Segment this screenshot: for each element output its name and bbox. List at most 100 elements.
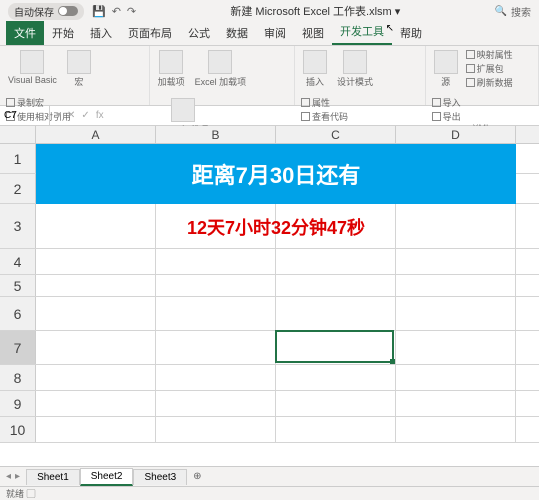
cell-D5[interactable] [396,275,516,296]
ribbon-group: Visual Basic宏录制宏使用相对引用宏安全性代码 [0,46,150,105]
cell-B7[interactable] [156,331,276,364]
tab-6[interactable]: 视图 [294,21,332,45]
title-bar: 自动保存 💾 ↶ ↷ 新建 Microsoft Excel 工作表.xlsm ▾… [0,0,539,22]
cell-D10[interactable] [396,417,516,442]
fx-icon[interactable]: fx [96,110,104,121]
icon [432,98,441,107]
ribbon-item[interactable]: 刷新数据 [466,76,513,89]
document-title: 新建 Microsoft Excel 工作表.xlsm ▾ [136,3,494,19]
tab-5[interactable]: 审阅 [256,21,294,45]
sheet-tab-sheet2[interactable]: Sheet2 [80,468,134,486]
cell-B9[interactable] [156,391,276,416]
insert-ctrl-button[interactable]: 插入 [301,48,329,90]
col-header-D[interactable]: D [396,126,516,143]
cell-A7[interactable] [36,331,156,364]
row-header-6[interactable]: 6 [0,297,36,330]
row-header-5[interactable]: 5 [0,275,36,296]
select-all-corner[interactable] [0,126,36,143]
add-sheet-button[interactable]: ⊕ [187,469,207,484]
cell-C9[interactable] [276,391,396,416]
undo-icon[interactable]: ↶ [112,5,121,18]
row-header-4[interactable]: 4 [0,249,36,274]
design-mode-button[interactable]: 设计模式 [335,48,375,90]
ribbon-group: 加载项Excel 加载项COM 加载项加载项 [150,46,295,105]
cell-B5[interactable] [156,275,276,296]
checkbox-icon [301,112,310,121]
row-6: 6 [0,297,539,331]
sheet-tab-bar: ◂ ▸ Sheet1Sheet2Sheet3 ⊕ [0,466,539,486]
ribbon-item[interactable]: 导入 [432,96,461,109]
visual-basic-button[interactable]: Visual Basic [6,48,59,87]
checkbox-icon [466,64,475,73]
ribbon-item[interactable]: 查看代码 [301,110,357,123]
search-label: 搜索 [511,4,531,19]
ribbon: Visual Basic宏录制宏使用相对引用宏安全性代码加载项Excel 加载项… [0,46,539,106]
search-box[interactable]: 🔍 搜索 [495,4,531,19]
cell-A8[interactable] [36,365,156,390]
source-icon [434,50,458,74]
row-header-3[interactable]: 3 [0,204,36,248]
cell-D7[interactable] [396,331,516,364]
dropdown-icon[interactable]: ▾ [56,110,61,121]
tab-8[interactable]: 帮助 [392,21,430,45]
countdown-banner: 距离7月30日还有 [36,144,516,204]
tab-1[interactable]: 插入 [82,21,120,45]
cell-A6[interactable] [36,297,156,330]
source-button[interactable]: 源 [432,48,460,90]
tab-7[interactable]: 开发工具↖ [332,19,392,45]
cell-A9[interactable] [36,391,156,416]
cell-C10[interactable] [276,417,396,442]
cell-C6[interactable] [276,297,396,330]
cell-D9[interactable] [396,391,516,416]
name-box[interactable]: C7 [0,106,50,125]
tab-2[interactable]: 页面布局 [120,21,180,45]
sheet-tab-sheet3[interactable]: Sheet3 [133,469,187,485]
cell-A10[interactable] [36,417,156,442]
save-icon[interactable]: 💾 [92,5,106,18]
row-header-2[interactable]: 2 [0,174,36,203]
ribbon-item[interactable]: 属性 [301,96,357,109]
cell-D6[interactable] [396,297,516,330]
tab-3[interactable]: 公式 [180,21,218,45]
row-header-9[interactable]: 9 [0,391,36,416]
ribbon-item[interactable]: 扩展包 [466,62,513,75]
row-8: 8 [0,365,539,391]
tab-file[interactable]: 文件 [6,21,44,45]
macros-button[interactable]: 宏 [65,48,93,90]
sheet-next-icon[interactable]: ▸ [15,471,20,482]
cell-B10[interactable] [156,417,276,442]
ribbon-item[interactable]: 导出 [432,110,461,123]
row-header-8[interactable]: 8 [0,365,36,390]
col-header-C[interactable]: C [276,126,396,143]
cell-B4[interactable] [156,249,276,274]
cell-B6[interactable] [156,297,276,330]
auto-save-toggle[interactable]: 自动保存 [8,3,84,20]
tab-0[interactable]: 开始 [44,21,82,45]
enter-icon[interactable]: ✓ [81,110,89,121]
cell-D8[interactable] [396,365,516,390]
row-7: 7 [0,331,539,365]
addins-button[interactable]: 加载项 [156,48,187,90]
col-header-A[interactable]: A [36,126,156,143]
cell-C8[interactable] [276,365,396,390]
ribbon-item[interactable]: 映射属性 [466,48,513,61]
tab-4[interactable]: 数据 [218,21,256,45]
row-header-1[interactable]: 1 [0,144,36,173]
redo-icon[interactable]: ↷ [127,5,136,18]
excel-addins-button[interactable]: Excel 加载项 [193,48,249,90]
cell-D4[interactable] [396,249,516,274]
cell-A4[interactable] [36,249,156,274]
col-header-B[interactable]: B [156,126,276,143]
sheet-prev-icon[interactable]: ◂ [6,471,11,482]
row-header-10[interactable]: 10 [0,417,36,442]
row-header-7[interactable]: 7 [0,331,36,364]
cell-C5[interactable] [276,275,396,296]
cell-A5[interactable] [36,275,156,296]
sheet-tab-sheet1[interactable]: Sheet1 [26,469,80,485]
cancel-icon[interactable]: ✕ [67,110,75,121]
ribbon-group: 源映射属性扩展包刷新数据导入导出XML [426,46,539,105]
cell-B8[interactable] [156,365,276,390]
insert-ctrl-icon [303,50,327,74]
cell-C7[interactable] [276,331,396,364]
cell-C4[interactable] [276,249,396,274]
